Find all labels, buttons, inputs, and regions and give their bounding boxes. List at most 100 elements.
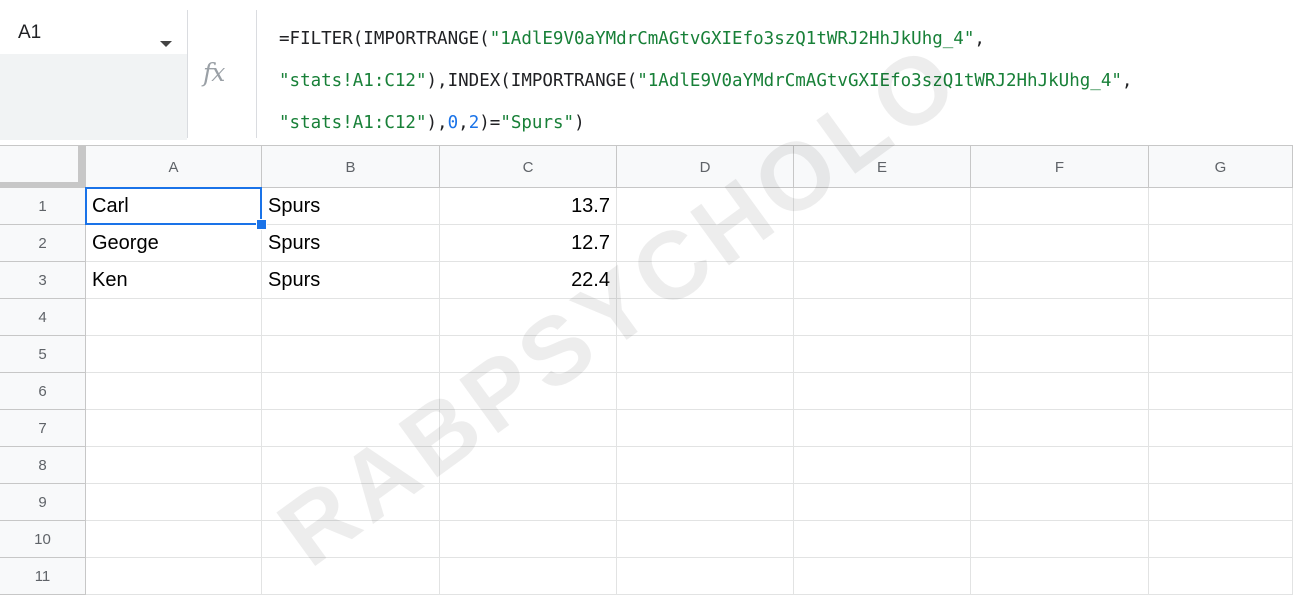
cell-e5[interactable] bbox=[794, 336, 971, 373]
cell-c6[interactable] bbox=[440, 373, 617, 410]
fill-handle[interactable] bbox=[256, 219, 267, 230]
cell-g9[interactable] bbox=[1149, 484, 1293, 521]
row-header-11[interactable]: 11 bbox=[0, 558, 86, 595]
cell-a10[interactable] bbox=[86, 521, 262, 558]
cell-f7[interactable] bbox=[971, 410, 1149, 447]
cell-d8[interactable] bbox=[617, 447, 794, 484]
cell-f6[interactable] bbox=[971, 373, 1149, 410]
row-header-4[interactable]: 4 bbox=[0, 299, 86, 336]
cell-e1[interactable] bbox=[794, 188, 971, 225]
cell-c7[interactable] bbox=[440, 410, 617, 447]
cell-d11[interactable] bbox=[617, 558, 794, 595]
cell-e10[interactable] bbox=[794, 521, 971, 558]
column-header-g[interactable]: G bbox=[1149, 146, 1293, 188]
cell-b5[interactable] bbox=[262, 336, 440, 373]
cell-b10[interactable] bbox=[262, 521, 440, 558]
cell-g5[interactable] bbox=[1149, 336, 1293, 373]
cell-f10[interactable] bbox=[971, 521, 1149, 558]
cell-f2[interactable] bbox=[971, 225, 1149, 262]
name-box[interactable]: A1 bbox=[0, 12, 187, 50]
cell-d7[interactable] bbox=[617, 410, 794, 447]
column-header-e[interactable]: E bbox=[794, 146, 971, 188]
row-header-2[interactable]: 2 bbox=[0, 225, 86, 262]
cell-d3[interactable] bbox=[617, 262, 794, 299]
cell-f8[interactable] bbox=[971, 447, 1149, 484]
cell-a1[interactable]: Carl bbox=[85, 187, 262, 225]
cell-d1[interactable] bbox=[617, 188, 794, 225]
cell-g4[interactable] bbox=[1149, 299, 1293, 336]
column-header-d[interactable]: D bbox=[617, 146, 794, 188]
cell-c11[interactable] bbox=[440, 558, 617, 595]
cell-e8[interactable] bbox=[794, 447, 971, 484]
cell-e9[interactable] bbox=[794, 484, 971, 521]
cell-d10[interactable] bbox=[617, 521, 794, 558]
cell-c10[interactable] bbox=[440, 521, 617, 558]
column-header-a[interactable]: A bbox=[86, 146, 262, 188]
cell-g7[interactable] bbox=[1149, 410, 1293, 447]
cell-b8[interactable] bbox=[262, 447, 440, 484]
row-header-3[interactable]: 3 bbox=[0, 262, 86, 299]
cell-c3[interactable]: 22.4 bbox=[440, 262, 617, 299]
row-header-9[interactable]: 9 bbox=[0, 484, 86, 521]
cell-a5[interactable] bbox=[86, 336, 262, 373]
cell-c2[interactable]: 12.7 bbox=[440, 225, 617, 262]
cell-c9[interactable] bbox=[440, 484, 617, 521]
cell-a6[interactable] bbox=[86, 373, 262, 410]
column-header-f[interactable]: F bbox=[971, 146, 1149, 188]
cell-b4[interactable] bbox=[262, 299, 440, 336]
cell-e6[interactable] bbox=[794, 373, 971, 410]
cell-g6[interactable] bbox=[1149, 373, 1293, 410]
cell-b6[interactable] bbox=[262, 373, 440, 410]
cell-e11[interactable] bbox=[794, 558, 971, 595]
cell-a2[interactable]: George bbox=[86, 225, 262, 262]
cell-d5[interactable] bbox=[617, 336, 794, 373]
cell-a3[interactable]: Ken bbox=[86, 262, 262, 299]
cell-d9[interactable] bbox=[617, 484, 794, 521]
cell-a11[interactable] bbox=[86, 558, 262, 595]
cell-g8[interactable] bbox=[1149, 447, 1293, 484]
cell-e3[interactable] bbox=[794, 262, 971, 299]
cell-d4[interactable] bbox=[617, 299, 794, 336]
cell-f5[interactable] bbox=[971, 336, 1149, 373]
cell-a4[interactable] bbox=[86, 299, 262, 336]
cell-d6[interactable] bbox=[617, 373, 794, 410]
cell-e2[interactable] bbox=[794, 225, 971, 262]
cell-g3[interactable] bbox=[1149, 262, 1293, 299]
cell-f3[interactable] bbox=[971, 262, 1149, 299]
select-all-corner[interactable] bbox=[0, 146, 86, 188]
row-header-10[interactable]: 10 bbox=[0, 521, 86, 558]
cell-b7[interactable] bbox=[262, 410, 440, 447]
column-header-c[interactable]: C bbox=[440, 146, 617, 188]
cell-c5[interactable] bbox=[440, 336, 617, 373]
row-header-1[interactable]: 1 bbox=[0, 188, 86, 225]
chevron-down-icon[interactable] bbox=[160, 41, 172, 47]
cell-g11[interactable] bbox=[1149, 558, 1293, 595]
formula-input[interactable]: =FILTER(IMPORTRANGE("1AdlE9V0aYMdrCmAGtv… bbox=[279, 18, 1289, 144]
column-header-b[interactable]: B bbox=[262, 146, 440, 188]
cell-f4[interactable] bbox=[971, 299, 1149, 336]
cell-a7[interactable] bbox=[86, 410, 262, 447]
row-header-8[interactable]: 8 bbox=[0, 447, 86, 484]
row-header-7[interactable]: 7 bbox=[0, 410, 86, 447]
cell-f9[interactable] bbox=[971, 484, 1149, 521]
cell-b3[interactable]: Spurs bbox=[262, 262, 440, 299]
cell-b2[interactable]: Spurs bbox=[262, 225, 440, 262]
cell-a8[interactable] bbox=[86, 447, 262, 484]
cell-b9[interactable] bbox=[262, 484, 440, 521]
cell-f1[interactable] bbox=[971, 188, 1149, 225]
cell-c1[interactable]: 13.7 bbox=[440, 188, 617, 225]
row-header-5[interactable]: 5 bbox=[0, 336, 86, 373]
cell-c8[interactable] bbox=[440, 447, 617, 484]
cell-b1[interactable]: Spurs bbox=[262, 188, 440, 225]
cell-g2[interactable] bbox=[1149, 225, 1293, 262]
cell-e7[interactable] bbox=[794, 410, 971, 447]
cell-e4[interactable] bbox=[794, 299, 971, 336]
row-header-6[interactable]: 6 bbox=[0, 373, 86, 410]
cell-d2[interactable] bbox=[617, 225, 794, 262]
cell-f11[interactable] bbox=[971, 558, 1149, 595]
cell-c4[interactable] bbox=[440, 299, 617, 336]
cell-g10[interactable] bbox=[1149, 521, 1293, 558]
cell-a9[interactable] bbox=[86, 484, 262, 521]
cell-g1[interactable] bbox=[1149, 188, 1293, 225]
cell-b11[interactable] bbox=[262, 558, 440, 595]
